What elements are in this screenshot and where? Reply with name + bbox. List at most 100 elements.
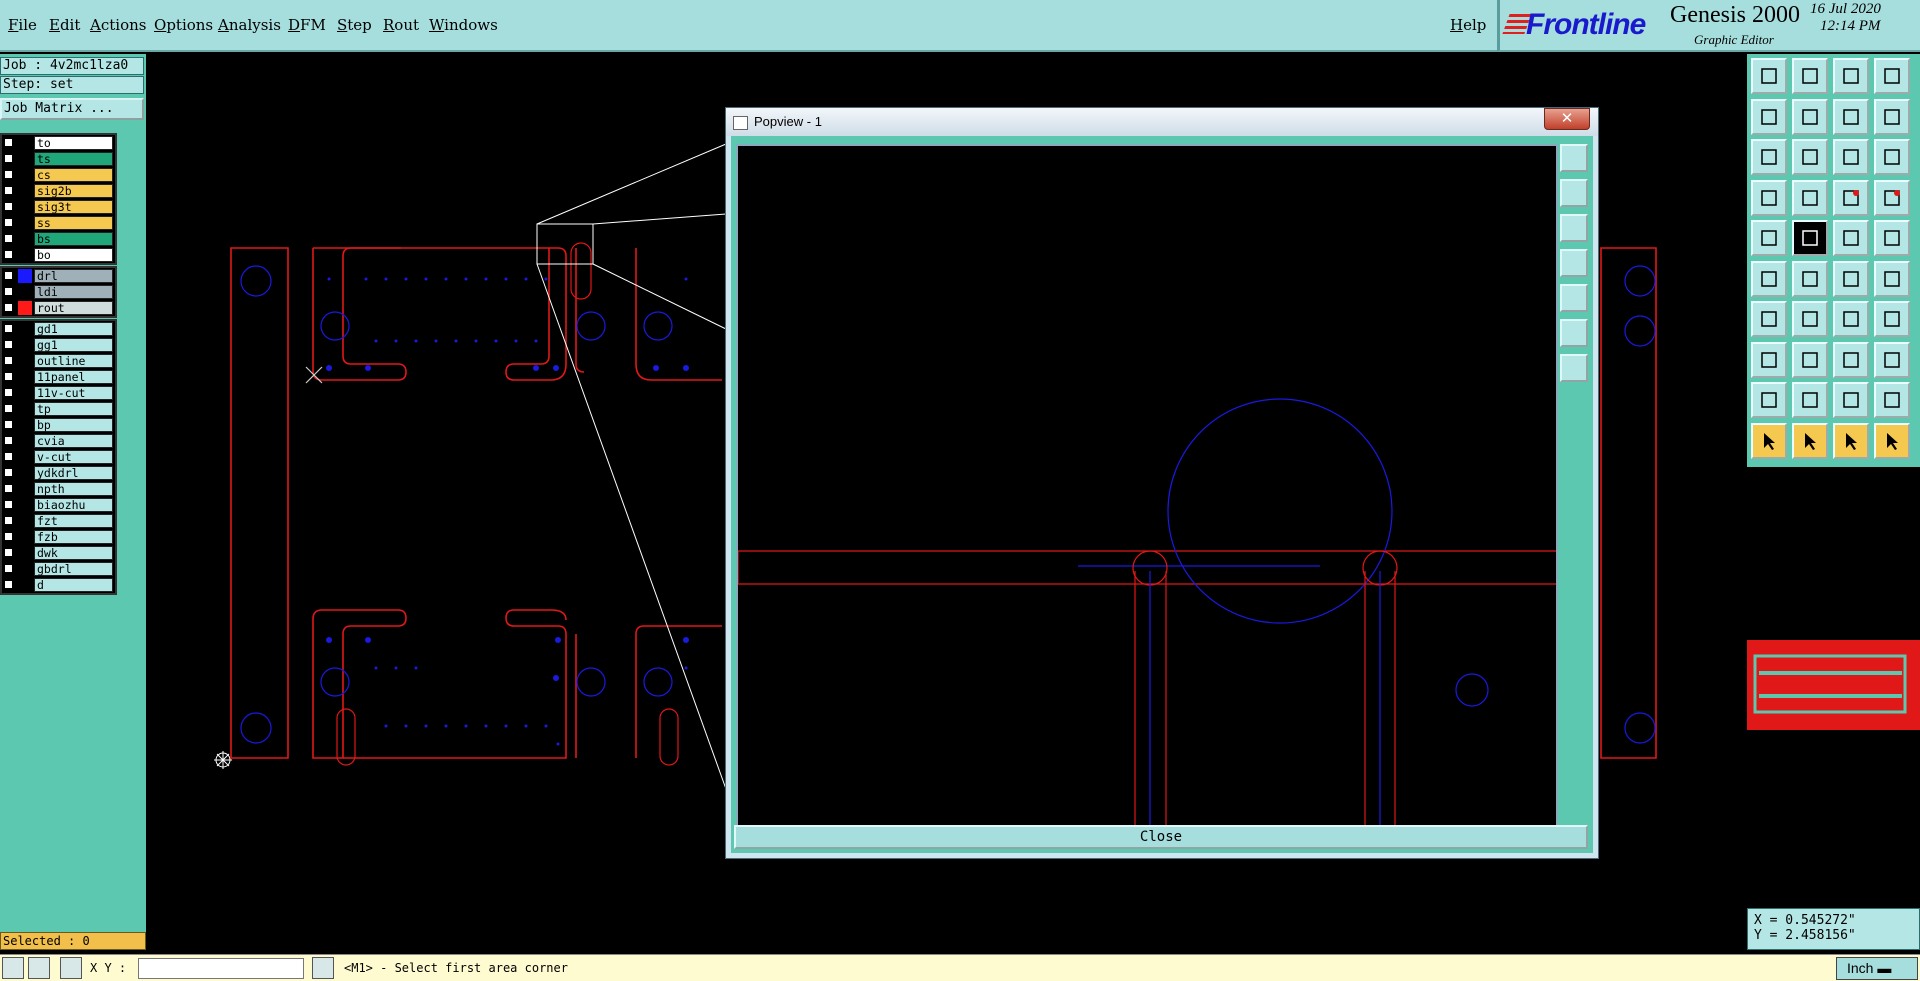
layer-color-swatch[interactable] (18, 562, 32, 576)
info-icon[interactable] (312, 957, 334, 979)
layer-checkbox[interactable] (4, 484, 13, 493)
angle-icon[interactable] (1751, 301, 1787, 337)
layer-color-swatch[interactable] (18, 466, 32, 480)
layer-color-swatch[interactable] (18, 418, 32, 432)
layer-checkbox[interactable] (4, 404, 13, 413)
menu-options[interactable]: Options (154, 16, 213, 34)
menu-help[interactable]: Help (1450, 16, 1486, 34)
layer-row[interactable]: biaozhu (2, 497, 115, 513)
ruler-icon[interactable] (1833, 220, 1869, 256)
layer-row[interactable]: ts (2, 151, 115, 167)
layer-row[interactable]: gbdrl (2, 561, 115, 577)
layer-checkbox[interactable] (4, 218, 13, 227)
layer-checkbox[interactable] (4, 234, 13, 243)
layer-color-swatch[interactable] (18, 136, 32, 150)
layer-color-swatch[interactable] (18, 322, 32, 336)
layer-color-swatch[interactable] (18, 546, 32, 560)
mirror-icon[interactable] (1833, 98, 1869, 135)
menu-step[interactable]: Step (337, 16, 372, 34)
layer-name[interactable]: bs (34, 232, 113, 246)
layer-checkbox[interactable] (4, 170, 13, 179)
layer-name[interactable]: d (34, 578, 113, 592)
menu-dfm[interactable]: DFM (288, 16, 326, 34)
layer-name[interactable]: gg1 (34, 338, 113, 352)
slope-icon[interactable] (1792, 301, 1828, 337)
pan-left-icon[interactable] (1560, 249, 1588, 277)
triangle-icon[interactable] (1751, 382, 1787, 418)
menu-windows[interactable]: Windows (429, 16, 498, 34)
layer-checkbox[interactable] (4, 420, 13, 429)
layer-checkbox[interactable] (4, 388, 13, 397)
layer-name[interactable]: to (34, 136, 113, 150)
layer-row[interactable]: d (2, 577, 115, 593)
layer-checkbox[interactable] (4, 356, 13, 365)
xy-input[interactable] (138, 958, 304, 979)
zoom-in-icon[interactable] (1792, 58, 1828, 94)
layer-color-swatch[interactable] (18, 285, 32, 299)
layer-color-swatch[interactable] (18, 232, 32, 246)
popview-titlebar[interactable]: Popview - 1 ✕ (726, 108, 1598, 136)
layer-name[interactable]: bo (34, 248, 113, 262)
pan-right-icon[interactable] (1792, 98, 1828, 135)
layer-checkbox[interactable] (4, 324, 13, 333)
layer-color-swatch[interactable] (18, 578, 32, 592)
layer-row[interactable]: dwk (2, 545, 115, 561)
zoom-home-icon[interactable] (1751, 58, 1787, 94)
window-icon[interactable] (1874, 58, 1910, 94)
layer-name[interactable]: gbdrl (34, 562, 113, 576)
layer-checkbox[interactable] (4, 372, 13, 381)
layer-checkbox[interactable] (4, 186, 13, 195)
layer-color-swatch[interactable] (18, 386, 32, 400)
layer-color-swatch[interactable] (18, 301, 32, 315)
layer-color-swatch[interactable] (18, 482, 32, 496)
layer-row[interactable]: to (2, 135, 115, 151)
layer-checkbox[interactable] (4, 202, 13, 211)
layer-name[interactable]: sig3t (34, 200, 113, 214)
layer-name[interactable]: cvia (34, 434, 113, 448)
fit-icon[interactable] (1751, 139, 1787, 175)
layer-row[interactable]: sig3t (2, 199, 115, 215)
triangle3-icon[interactable] (1833, 382, 1869, 418)
zoom-area-icon[interactable] (1560, 354, 1588, 382)
pan-right-icon[interactable] (1560, 284, 1588, 312)
layer-color-swatch[interactable] (18, 248, 32, 262)
pan-left-icon[interactable] (1751, 98, 1787, 135)
layer-row[interactable]: bp (2, 417, 115, 433)
layer-row[interactable]: cs (2, 167, 115, 183)
layer-color-swatch[interactable] (18, 338, 32, 352)
layer-row[interactable]: ldi (2, 284, 115, 300)
layer-checkbox[interactable] (4, 303, 13, 312)
layer-checkbox[interactable] (4, 250, 13, 259)
layer-checkbox[interactable] (4, 548, 13, 557)
layer-name[interactable]: dwk (34, 546, 113, 560)
menu-file[interactable]: File (8, 16, 37, 34)
measure-icon[interactable] (28, 957, 50, 979)
select2-icon[interactable] (1833, 422, 1869, 459)
layer-name[interactable]: bp (34, 418, 113, 432)
layer-name[interactable]: drl (34, 269, 113, 283)
layer-checkbox[interactable] (4, 154, 13, 163)
undo-arc-icon[interactable] (1833, 301, 1869, 337)
layer-row[interactable]: sig2b (2, 183, 115, 199)
layer-color-swatch[interactable] (18, 168, 32, 182)
layer-name[interactable]: ldi (34, 285, 113, 299)
layer-checkbox[interactable] (4, 452, 13, 461)
layer-color-swatch[interactable] (18, 200, 32, 214)
layer-row[interactable]: cvia (2, 433, 115, 449)
layer-row[interactable]: fzb (2, 529, 115, 545)
popview-canvas[interactable] (736, 144, 1558, 834)
layer-checkbox[interactable] (4, 580, 13, 589)
grid-icon[interactable] (1792, 179, 1828, 216)
layer-color-swatch[interactable] (18, 184, 32, 198)
menu-rout[interactable]: Rout (383, 16, 419, 34)
dot-icon[interactable] (1874, 220, 1910, 256)
snap-icon[interactable] (2, 957, 24, 979)
layer-checkbox[interactable] (4, 436, 13, 445)
layer-row[interactable]: rout (2, 300, 115, 316)
layer-color-swatch[interactable] (18, 354, 32, 368)
layer-color-swatch[interactable] (18, 152, 32, 166)
layer-color-swatch[interactable] (18, 530, 32, 544)
center-point-icon[interactable] (1833, 341, 1869, 378)
zoom-in-icon[interactable] (1560, 179, 1588, 207)
layer-row[interactable]: tp (2, 401, 115, 417)
